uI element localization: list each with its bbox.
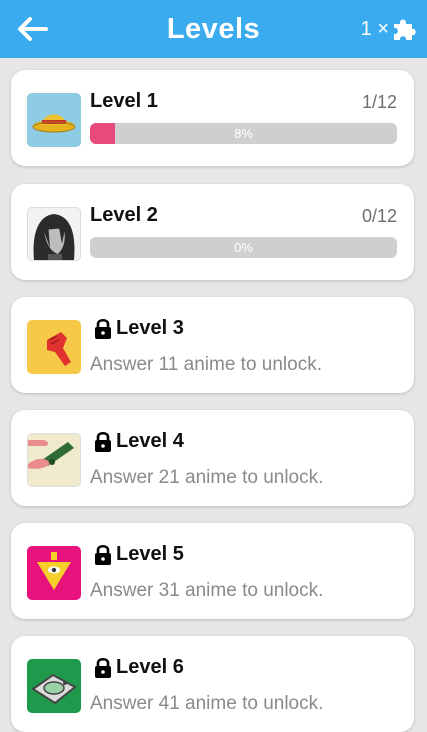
puzzle-piece-icon xyxy=(394,19,416,40)
level-card-4[interactable]: Level 4 Answer 21 anime to unlock. xyxy=(11,410,414,506)
level-3-unlock-requirement: Answer 11 anime to unlock. xyxy=(90,354,322,375)
top-app-bar: Levels 1 × xyxy=(0,0,427,58)
level-6-title-row: Level 6 xyxy=(93,656,184,679)
level-2-progress-percent: 0% xyxy=(234,240,253,255)
millennium-puzzle-icon xyxy=(37,552,71,590)
level-4-thumbnail xyxy=(27,433,81,487)
level-1-title: Level 1 xyxy=(90,90,158,112)
lock-icon xyxy=(95,318,111,339)
hint-count: 1 × xyxy=(360,17,389,40)
hand-holding-item-icon xyxy=(28,440,74,469)
level-3-title: Level 3 xyxy=(116,317,184,339)
level-6-title: Level 6 xyxy=(116,656,184,678)
level-6-unlock-requirement: Answer 41 anime to unlock. xyxy=(90,693,324,714)
straw-hat-icon xyxy=(32,114,76,133)
lock-icon xyxy=(95,657,111,678)
device-gadget-icon xyxy=(31,673,77,705)
level-3-title-row: Level 3 xyxy=(93,317,184,340)
level-4-title-row: Level 4 xyxy=(93,430,184,453)
level-4-unlock-requirement: Answer 21 anime to unlock. xyxy=(90,467,324,488)
level-2-progress-count: 0/12 xyxy=(361,206,397,226)
level-1-thumbnail xyxy=(27,93,81,147)
level-card-1[interactable]: Level 1 1/12 8% xyxy=(11,70,414,166)
lock-icon xyxy=(95,544,111,565)
lock-icon xyxy=(95,431,111,452)
level-card-5[interactable]: Level 5 Answer 31 anime to unlock. xyxy=(11,523,414,619)
level-5-title: Level 5 xyxy=(116,543,184,565)
level-2-title: Level 2 xyxy=(90,204,158,226)
level-3-thumbnail xyxy=(27,320,81,374)
hint-counter[interactable]: 1 × xyxy=(361,14,417,44)
level-card-6[interactable]: Level 6 Answer 41 anime to unlock. xyxy=(11,636,414,732)
level-card-2[interactable]: Level 2 0/12 0% xyxy=(11,184,414,280)
level-2-thumbnail xyxy=(27,207,81,261)
level-1-progress-bar: 8% xyxy=(90,123,397,144)
level-1-progress-count: 1/12 xyxy=(361,92,397,112)
level-6-thumbnail xyxy=(27,659,81,713)
raised-fist-icon xyxy=(47,332,71,366)
level-card-3[interactable]: Level 3 Answer 11 anime to unlock. xyxy=(11,297,414,393)
level-2-progress-bar: 0% xyxy=(90,237,397,258)
level-5-title-row: Level 5 xyxy=(93,543,184,566)
level-1-progress-percent: 8% xyxy=(234,126,253,141)
dark-haired-character-icon xyxy=(33,214,75,260)
level-5-thumbnail xyxy=(27,546,81,600)
level-5-unlock-requirement: Answer 31 anime to unlock. xyxy=(90,580,324,601)
level-4-title: Level 4 xyxy=(116,430,184,452)
